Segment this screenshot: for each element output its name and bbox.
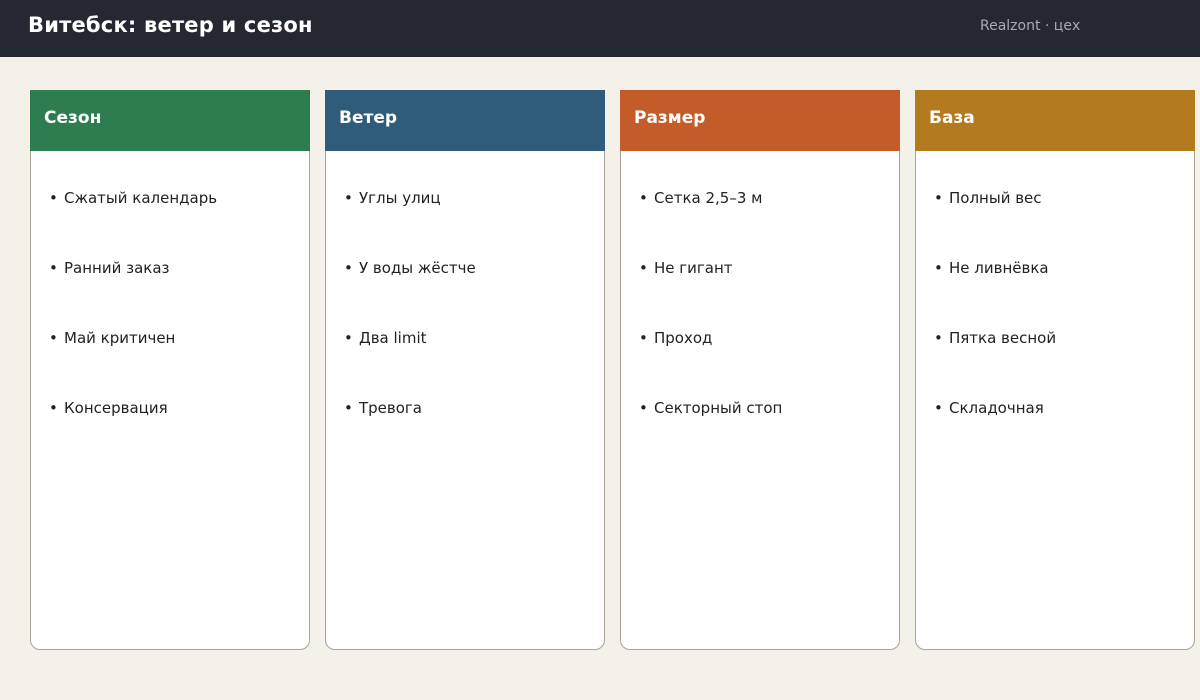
- card-size: Размер • Сетка 2,5–3 м • Не гигант • Проход…: [620, 90, 900, 650]
- list-item: • Сжатый календарь: [49, 189, 218, 207]
- card-size-title: Размер: [634, 108, 706, 128]
- list-item: • Май критичен: [49, 329, 176, 347]
- list-item: • Не гигант: [639, 259, 733, 277]
- list-item: • Тревога: [344, 399, 423, 417]
- list-item: • Пятка весной: [934, 329, 1057, 347]
- list-item: • Складочная: [934, 399, 1044, 417]
- card-wind-header: Ветер: [325, 90, 605, 151]
- card-season: Сезон • Сжатый календарь • Ранний заказ • М…: [30, 90, 310, 650]
- card-wind-title: Ветер: [339, 108, 398, 128]
- card-base-list: • Полный вес • Не ливнёвка • Пятка весной •…: [934, 189, 1056, 469]
- card-wind: Ветер • Углы улиц • У воды жёстче • Два lim…: [325, 90, 605, 650]
- card-size-header: Размер: [620, 90, 900, 151]
- card-season-header: Сезон: [30, 90, 310, 151]
- brand-label: Realzont · цех: [980, 18, 1081, 34]
- card-season-title: Сезон: [44, 108, 102, 128]
- list-item: • Ранний заказ: [49, 259, 170, 277]
- list-item: • Углы улиц: [344, 189, 441, 207]
- card-wind-list: • Углы улиц • У воды жёстче • Два limit • Тр…: [344, 189, 476, 469]
- top-bar: Витебск: ветер и сезон Realzont · цех: [0, 0, 1200, 57]
- card-size-list: • Сетка 2,5–3 м • Не гигант • Проход • Секто…: [639, 189, 782, 469]
- list-item: • Сетка 2,5–3 м: [639, 189, 763, 207]
- list-item: • У воды жёстче: [344, 259, 476, 277]
- card-base-title: База: [929, 108, 975, 128]
- card-base-header: База: [915, 90, 1195, 151]
- list-item: • Не ливнёвка: [934, 259, 1049, 277]
- list-item: • Секторный стоп: [639, 399, 783, 417]
- list-item: • Полный вес: [934, 189, 1042, 207]
- list-item: • Два limit: [344, 329, 427, 347]
- card-base: База • Полный вес • Не ливнёвка • Пятка вес…: [915, 90, 1195, 650]
- page-title: Витебск: ветер и сезон: [28, 13, 313, 37]
- list-item: • Проход: [639, 329, 713, 347]
- list-item: • Консервация: [49, 399, 168, 417]
- card-season-list: • Сжатый календарь • Ранний заказ • Май кри…: [49, 189, 217, 469]
